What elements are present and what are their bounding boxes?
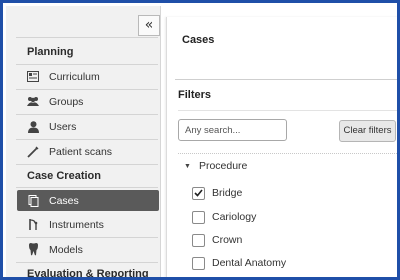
caret-down-icon: ▼: [184, 162, 191, 170]
checkbox[interactable]: [192, 256, 205, 270]
groups-icon: [26, 95, 40, 109]
filter-option-label: Bridge: [212, 187, 243, 199]
user-icon: [26, 120, 40, 134]
sidebar-item-label: Curriculum: [49, 70, 100, 83]
tooth-icon: [26, 243, 40, 257]
sidebar-item-cases[interactable]: Cases: [17, 190, 159, 211]
filter-option-label: Crown: [212, 234, 243, 246]
clear-filters-button[interactable]: Clear filters: [339, 120, 396, 142]
sidebar-item-label: Cases: [49, 194, 79, 207]
cases-icon: [26, 194, 40, 208]
divider: [16, 237, 158, 238]
filter-option-dental-anatomy[interactable]: Dental Anatomy: [192, 255, 286, 271]
divider: [16, 164, 158, 165]
divider: [16, 262, 158, 263]
page-title: Cases: [182, 34, 215, 46]
filter-option-cariology[interactable]: Cariology: [192, 209, 256, 225]
divider: [16, 64, 158, 65]
divider: [16, 114, 158, 115]
filter-group-label: Procedure: [198, 160, 248, 172]
divider: [16, 37, 158, 38]
divider: [16, 187, 158, 188]
app-window: « Planning Curriculum Groups Users Patie…: [0, 0, 400, 280]
sidebar-item-instruments[interactable]: Instruments: [17, 214, 159, 235]
sidebar-item-label: Users: [49, 120, 77, 133]
section-title-planning: Planning: [27, 46, 74, 58]
scan-icon: [26, 145, 40, 159]
checkbox[interactable]: [192, 233, 205, 247]
divider: [178, 153, 397, 154]
divider: [175, 79, 397, 80]
sidebar-item-curriculum[interactable]: Curriculum: [17, 66, 159, 87]
sidebar-item-models[interactable]: Models: [17, 239, 159, 260]
collapse-sidebar-button[interactable]: «: [138, 15, 160, 36]
sidebar-item-label: Instruments: [49, 218, 104, 231]
filter-option-label: Dental Anatomy: [212, 257, 287, 269]
sidebar-item-patient-scans[interactable]: Patient scans: [17, 141, 159, 162]
sidebar-item-label: Patient scans: [49, 145, 113, 158]
sidebar-item-groups[interactable]: Groups: [17, 91, 159, 112]
divider: [178, 110, 397, 111]
filter-option-label: Cariology: [212, 211, 257, 223]
divider: [16, 89, 158, 90]
curriculum-icon: [26, 70, 40, 84]
filter-option-bridge[interactable]: Bridge: [192, 185, 242, 201]
filter-group-procedure[interactable]: ▼ Procedure: [184, 160, 247, 172]
divider: [16, 139, 158, 140]
main-panel: Cases Filters Clear filters ▼ Procedure …: [166, 17, 397, 277]
sidebar-item-users[interactable]: Users: [17, 116, 159, 137]
checkbox[interactable]: [192, 210, 205, 224]
section-title-evaluation-reporting: Evaluation & Reporting: [27, 268, 149, 280]
checkbox-checked[interactable]: [192, 186, 205, 200]
filter-option-crown[interactable]: Crown: [192, 232, 242, 248]
filters-heading: Filters: [178, 89, 212, 101]
double-chevron-left-icon: «: [144, 17, 154, 33]
section-title-case-creation: Case Creation: [27, 170, 101, 182]
sidebar-item-label: Groups: [49, 95, 84, 108]
sidebar: « Planning Curriculum Groups Users Patie…: [6, 6, 161, 280]
search-input[interactable]: [178, 119, 287, 141]
sidebar-item-label: Models: [49, 243, 83, 256]
instruments-icon: [26, 218, 40, 232]
